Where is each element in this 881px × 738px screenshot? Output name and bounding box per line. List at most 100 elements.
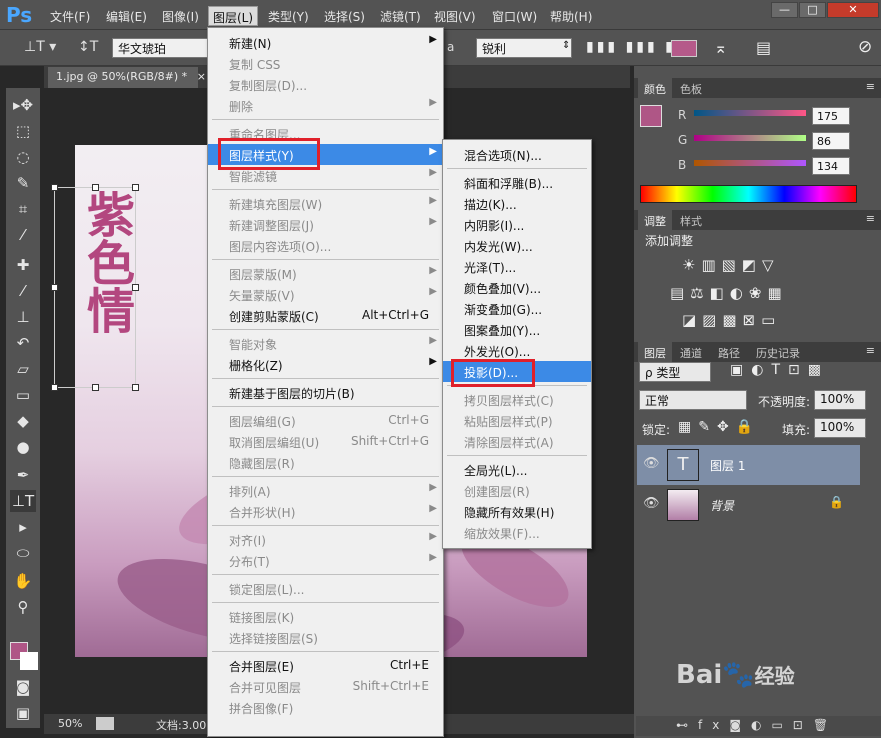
- transform-handle[interactable]: [51, 384, 58, 391]
- layer-style-menu-item[interactable]: 斜面和浮雕(B)...: [443, 172, 591, 193]
- layer-style-menu-item[interactable]: 全局光(L)...: [443, 459, 591, 480]
- layer-style-menu-item[interactable]: 图案叠加(Y)...: [443, 319, 591, 340]
- adjustment-icons-row2[interactable]: ▤⚖◧◐❀▦: [670, 284, 788, 302]
- type-tool-icon[interactable]: ⊥T: [10, 490, 36, 512]
- marquee-tool-icon[interactable]: ⬚: [10, 120, 36, 142]
- eyedropper-icon[interactable]: ⁄: [10, 224, 36, 246]
- pen-tool-icon[interactable]: ✒: [10, 464, 36, 486]
- color-panel-swatch[interactable]: [640, 105, 662, 127]
- tab-history[interactable]: 历史记录: [750, 342, 806, 362]
- menu-select[interactable]: 选择(S): [320, 6, 369, 26]
- panel-menu-icon[interactable]: ≡: [866, 344, 875, 357]
- layer-menu-item[interactable]: 新建(N) ▶: [208, 32, 443, 53]
- transform-handle[interactable]: [132, 184, 139, 191]
- tab-layers[interactable]: 图层: [638, 342, 672, 362]
- share-icon[interactable]: [96, 717, 114, 730]
- layer-style-menu-item[interactable]: 隐藏所有效果(H): [443, 501, 591, 522]
- document-tab[interactable]: 1.jpg @ 50%(RGB/8#) * ×: [48, 67, 206, 88]
- zoom-tool-icon[interactable]: ⚲: [10, 596, 36, 618]
- close-tab-icon[interactable]: ×: [197, 70, 206, 83]
- minimize-button[interactable]: —: [771, 2, 798, 18]
- eraser-tool-icon[interactable]: ▱: [10, 358, 36, 380]
- transform-handle[interactable]: [132, 384, 139, 391]
- transform-handle[interactable]: [51, 184, 58, 191]
- red-slider[interactable]: [694, 110, 806, 116]
- green-value[interactable]: 86: [812, 132, 850, 150]
- layer-name[interactable]: 背景: [710, 497, 734, 514]
- panel-menu-icon[interactable]: ≡: [866, 212, 875, 225]
- red-value[interactable]: 175: [812, 107, 850, 125]
- stamp-tool-icon[interactable]: ⊥: [10, 306, 36, 328]
- layer-style-menu-item[interactable]: 内发光(W)...: [443, 235, 591, 256]
- lasso-tool-icon[interactable]: ◌: [10, 146, 36, 168]
- menu-layer[interactable]: 图层(L): [208, 6, 259, 26]
- background-color-swatch[interactable]: [20, 652, 38, 670]
- blue-value[interactable]: 134: [812, 157, 850, 175]
- layer-style-menu-item[interactable]: 内阴影(I)...: [443, 214, 591, 235]
- layer-row-1[interactable]: 👁 T 图层 1: [637, 445, 860, 485]
- layer-filter-select[interactable]: ρ 类型: [639, 362, 711, 382]
- menu-image[interactable]: 图像(I): [158, 6, 203, 26]
- maximize-button[interactable]: □: [799, 2, 826, 18]
- antialias-select[interactable]: 锐利: [476, 38, 572, 58]
- menu-type[interactable]: 类型(Y): [264, 6, 313, 26]
- layer-filter-icons[interactable]: ▣◐T⊡▩: [730, 362, 829, 378]
- adjustment-icons-row1[interactable]: ☀▥▧◩▽: [682, 256, 780, 274]
- tab-color[interactable]: 颜色: [638, 78, 672, 98]
- tab-adjustments[interactable]: 调整: [638, 210, 672, 230]
- color-spectrum[interactable]: [640, 185, 857, 203]
- transform-handle[interactable]: [51, 284, 58, 291]
- zoom-level[interactable]: 50%: [58, 717, 82, 730]
- fill-input[interactable]: 100%: [814, 418, 866, 438]
- tab-swatches[interactable]: 色板: [674, 78, 708, 98]
- transform-handle[interactable]: [92, 184, 99, 191]
- layer-menu-item[interactable]: 创建剪贴蒙版(C) Alt+Ctrl+G: [208, 305, 443, 326]
- warp-text-icon[interactable]: ⌅: [714, 38, 727, 57]
- type-tool-icon[interactable]: ⊥T ▾: [24, 39, 56, 55]
- close-window-button[interactable]: ✕: [827, 2, 879, 18]
- move-tool-icon[interactable]: ▸✥: [10, 94, 36, 116]
- tab-styles[interactable]: 样式: [674, 210, 708, 230]
- green-slider[interactable]: [694, 135, 806, 141]
- menu-filter[interactable]: 滤镜(T): [376, 6, 425, 26]
- layer-style-menu-item[interactable]: 光泽(T)...: [443, 256, 591, 277]
- quick-mask-icon[interactable]: ◙: [10, 676, 36, 698]
- crop-tool-icon[interactable]: ⌗: [10, 198, 36, 220]
- opacity-input[interactable]: 100%: [814, 390, 866, 410]
- blend-mode-select[interactable]: 正常: [639, 390, 747, 410]
- layer-name[interactable]: 图层 1: [710, 457, 745, 474]
- dodge-tool-icon[interactable]: ●: [10, 436, 36, 458]
- transform-bounding-box[interactable]: [51, 184, 139, 391]
- blue-slider[interactable]: [694, 160, 806, 166]
- layer-style-menu-item[interactable]: 颜色叠加(V)...: [443, 277, 591, 298]
- menu-window[interactable]: 窗口(W): [488, 6, 541, 26]
- transform-handle[interactable]: [132, 284, 139, 291]
- blur-tool-icon[interactable]: ◆: [10, 410, 36, 432]
- transform-handle[interactable]: [92, 384, 99, 391]
- tab-paths[interactable]: 路径: [712, 342, 746, 362]
- text-color-swatch[interactable]: [671, 40, 697, 57]
- orientation-toggle-icon[interactable]: ↕T: [78, 39, 98, 55]
- layer-footer-icons[interactable]: ⊷fx◙◐▭⊡🗑: [676, 718, 838, 732]
- layer-menu-item[interactable]: 栅格化(Z) ▶: [208, 354, 443, 375]
- menu-view[interactable]: 视图(V): [430, 6, 480, 26]
- menu-file[interactable]: 文件(F): [46, 6, 94, 26]
- screen-mode-icon[interactable]: ▣: [10, 702, 36, 724]
- panel-menu-icon[interactable]: ≡: [866, 80, 875, 93]
- healing-brush-icon[interactable]: ✚: [10, 254, 36, 276]
- layer-style-menu-item[interactable]: 外发光(O)...: [443, 340, 591, 361]
- path-select-icon[interactable]: ▸: [10, 516, 36, 538]
- layer-style-menu-item[interactable]: 描边(K)...: [443, 193, 591, 214]
- layer-style-menu-item[interactable]: 渐变叠加(G)...: [443, 298, 591, 319]
- hand-tool-icon[interactable]: ✋: [10, 570, 36, 592]
- gradient-tool-icon[interactable]: ▭: [10, 384, 36, 406]
- adjustment-icons-row3[interactable]: ◪▨▩⊠▭: [682, 311, 781, 329]
- visibility-eye-icon[interactable]: 👁: [643, 456, 660, 471]
- menu-edit[interactable]: 编辑(E): [102, 6, 151, 26]
- menu-help[interactable]: 帮助(H): [546, 6, 596, 26]
- visibility-eye-icon[interactable]: 👁: [643, 496, 660, 511]
- brush-tool-icon[interactable]: ⁄: [10, 280, 36, 302]
- layer-style-menu-item[interactable]: 混合选项(N)...: [443, 144, 591, 165]
- tab-channels[interactable]: 通道: [674, 342, 708, 362]
- layer-menu-item[interactable]: 新建基于图层的切片(B): [208, 382, 443, 403]
